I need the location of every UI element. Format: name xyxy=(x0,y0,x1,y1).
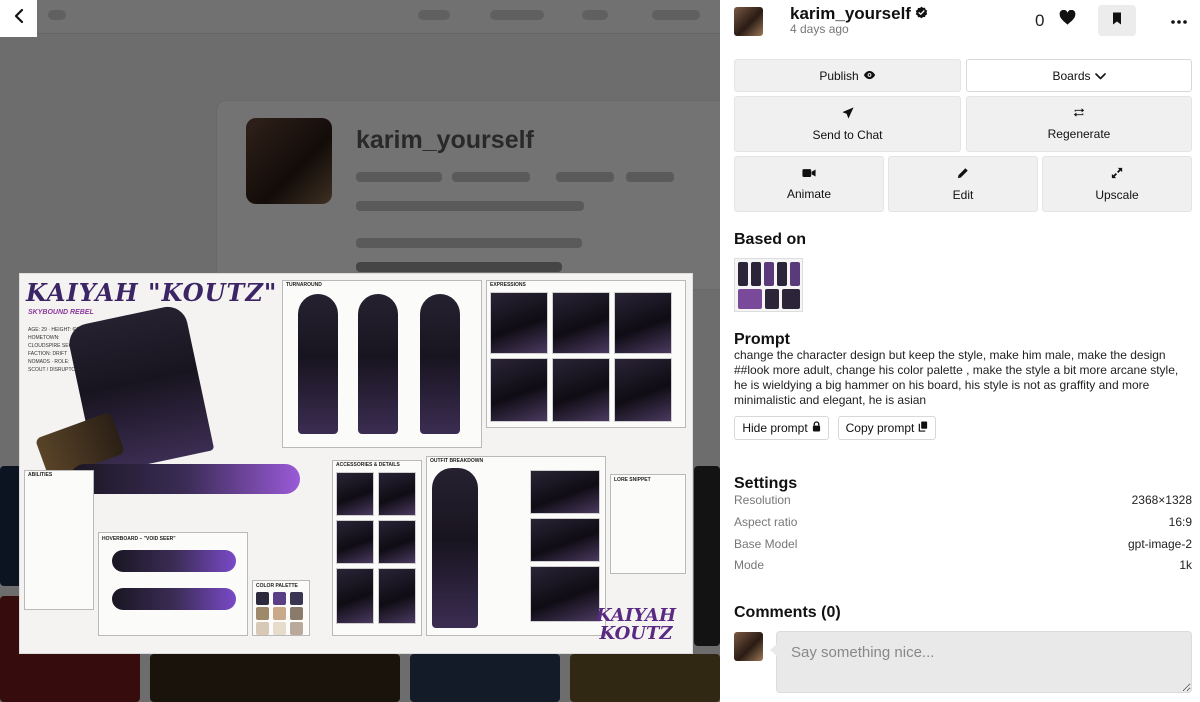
prompt-title: Prompt xyxy=(734,331,790,348)
animate-label: Animate xyxy=(786,187,832,201)
lock-icon xyxy=(812,421,821,435)
hoverboard-label: HOVERBOARD – "VOID SEER" xyxy=(102,536,176,542)
upscale-button[interactable]: Upscale xyxy=(1042,156,1192,212)
palette-swatch xyxy=(273,592,286,605)
hide-prompt-label: Hide prompt xyxy=(742,421,808,435)
turnaround-label: TURNAROUND xyxy=(286,282,322,288)
artwork-hoverboard xyxy=(70,464,300,494)
video-camera-icon xyxy=(802,167,816,181)
current-user-avatar xyxy=(734,632,763,661)
lore-panel xyxy=(610,474,686,574)
eye-icon xyxy=(863,69,876,83)
heart-icon xyxy=(1059,9,1076,30)
edit-label: Edit xyxy=(952,187,974,202)
generated-image[interactable]: KAIYAH "KOUTZ" SKYBOUND REBEL AGE: 29 · … xyxy=(19,273,693,654)
palette-swatch xyxy=(290,592,303,605)
artwork-logo: KAIYAH KOUTZ xyxy=(596,605,676,644)
bookmark-button[interactable] xyxy=(1098,5,1136,36)
details-panel: karim_yourself 4 days ago 0 Publish Boar… xyxy=(720,0,1200,702)
accessories-label: ACCESSORIES & DETAILS xyxy=(336,462,400,468)
like-button[interactable] xyxy=(1057,8,1077,32)
abilities-panel xyxy=(24,470,94,610)
like-count: 0 xyxy=(1035,11,1045,30)
pencil-icon xyxy=(957,167,969,182)
palette-swatch xyxy=(290,607,303,620)
publish-button[interactable]: Publish xyxy=(734,59,961,92)
send-to-chat-button[interactable]: Send to Chat xyxy=(734,96,961,152)
setting-row-base-model: Base Model gpt-image-2 xyxy=(734,537,1192,551)
expressions-label: EXPRESSIONS xyxy=(490,282,526,288)
palette-swatch xyxy=(290,622,303,635)
setting-row-resolution: Resolution 2368×1328 xyxy=(734,493,1192,507)
palette-swatch xyxy=(273,622,286,635)
verified-badge-icon xyxy=(915,4,928,24)
prompt-text: change the character design but keep the… xyxy=(734,348,1179,407)
palette-swatch xyxy=(256,622,269,635)
boards-label: Boards xyxy=(1052,68,1091,83)
copy-prompt-button[interactable]: Copy prompt xyxy=(838,416,936,440)
abilities-label: ABILITIES xyxy=(28,472,53,478)
based-on-title: Based on xyxy=(734,231,807,248)
artwork-subtitle: SKYBOUND REBEL xyxy=(28,309,94,316)
boards-dropdown[interactable]: Boards xyxy=(966,59,1192,92)
upscale-label: Upscale xyxy=(1095,187,1139,202)
edit-button[interactable]: Edit xyxy=(888,156,1038,212)
animate-button[interactable]: Animate xyxy=(734,156,884,212)
palette-swatch xyxy=(256,607,269,620)
comment-box xyxy=(770,631,1192,693)
lore-label: LORE SNIPPET xyxy=(614,477,651,483)
post-time: 4 days ago xyxy=(790,22,849,36)
palette-swatch xyxy=(256,592,269,605)
bookmark-icon xyxy=(1112,12,1122,30)
hoverboard-panel xyxy=(98,532,248,636)
send-to-chat-label: Send to Chat xyxy=(812,127,883,142)
outfit-breakdown-label: OUTFIT BREAKDOWN xyxy=(430,458,484,464)
setting-row-mode: Mode 1k xyxy=(734,558,1192,572)
ellipsis-icon xyxy=(1171,11,1187,29)
expand-icon xyxy=(1111,167,1123,182)
chevron-left-icon xyxy=(13,8,25,29)
color-palette-label: COLOR PALETTE xyxy=(256,583,298,589)
author-avatar[interactable] xyxy=(734,7,763,36)
comment-input[interactable] xyxy=(777,632,1191,692)
hide-prompt-button[interactable]: Hide prompt xyxy=(734,416,829,440)
regenerate-icon xyxy=(1073,107,1085,121)
author-name[interactable]: karim_yourself xyxy=(790,4,928,24)
author-username[interactable]: karim_yourself xyxy=(790,4,911,24)
back-button[interactable] xyxy=(0,0,37,37)
copy-prompt-label: Copy prompt xyxy=(845,421,915,435)
publish-label: Publish xyxy=(819,68,859,83)
setting-row-aspect-ratio: Aspect ratio 16:9 xyxy=(734,515,1192,529)
more-options-button[interactable] xyxy=(1167,8,1191,32)
settings-title: Settings xyxy=(734,475,798,492)
based-on-thumbnail[interactable] xyxy=(734,258,803,312)
paper-plane-icon xyxy=(841,106,854,122)
comments-title: Comments (0) xyxy=(734,604,841,621)
copy-icon xyxy=(918,421,928,435)
chevron-down-icon xyxy=(1094,69,1106,83)
regenerate-label: Regenerate xyxy=(1047,127,1111,141)
artwork-title: KAIYAH "KOUTZ" xyxy=(26,278,278,307)
palette-swatch xyxy=(273,607,286,620)
regenerate-button[interactable]: Regenerate xyxy=(966,96,1192,152)
